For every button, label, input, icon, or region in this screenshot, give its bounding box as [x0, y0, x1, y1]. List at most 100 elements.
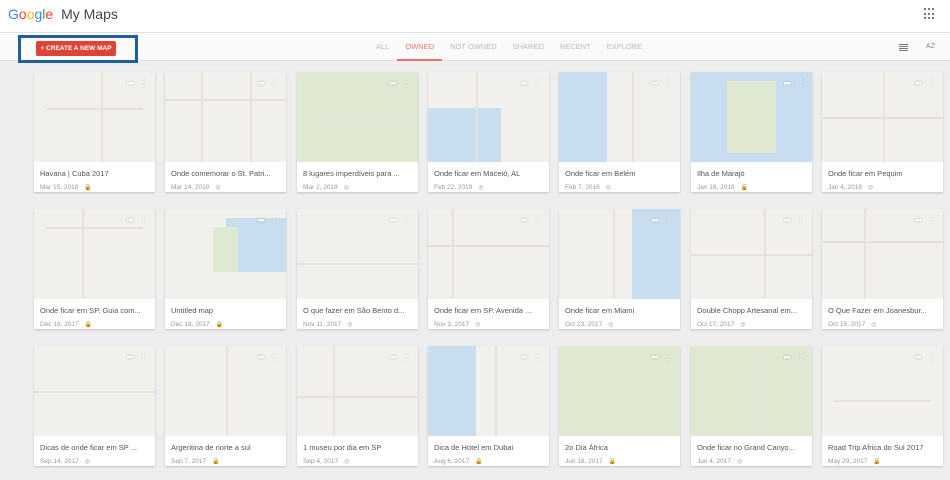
map-card[interactable]: ➦ ⋮ 8 lugares imperdíveis para ... Mar 2, 2…: [297, 72, 418, 192]
tab-shared[interactable]: SHARED: [505, 33, 552, 61]
map-card[interactable]: ➦ ⋮ Onde ficar no Grand Canyo... Jun 4, 201…: [691, 346, 812, 466]
map-card[interactable]: ➦ ⋮ Onde ficar em Miami Oct 23, 2017 ◎: [559, 209, 680, 329]
more-options-icon[interactable]: ⋮: [533, 214, 542, 225]
map-title[interactable]: Dicas de onde ficar em SP ...: [34, 436, 155, 454]
map-title[interactable]: Onde ficar em SP. Avenida ...: [428, 299, 549, 317]
tab-not-owned[interactable]: NOT OWNED: [442, 33, 505, 61]
map-title[interactable]: O que fazer em São Bento d...: [297, 299, 418, 317]
map-card[interactable]: ➦ ⋮ Havana | Cuba 2017 Mar 15, 2018 🔒: [34, 72, 155, 192]
google-logo[interactable]: Google My Maps: [8, 6, 118, 22]
list-view-icon[interactable]: [899, 44, 908, 51]
more-options-icon[interactable]: ⋮: [139, 351, 148, 362]
map-title[interactable]: Argentina de norte a sul: [165, 436, 286, 454]
map-thumbnail[interactable]: ➦ ⋮: [822, 209, 943, 299]
map-thumbnail[interactable]: ➦ ⋮: [165, 346, 286, 436]
share-icon[interactable]: ➦: [389, 78, 397, 89]
map-title[interactable]: Onde ficar em SP. Guia com...: [34, 299, 155, 317]
map-title[interactable]: Untitled map: [165, 299, 286, 317]
tab-owned[interactable]: OWNED: [397, 33, 443, 61]
share-icon[interactable]: ➦: [914, 352, 922, 363]
more-options-icon[interactable]: ⋮: [139, 77, 148, 88]
map-thumbnail[interactable]: ➦ ⋮: [428, 72, 549, 162]
map-thumbnail[interactable]: ➦ ⋮: [559, 72, 680, 162]
map-title[interactable]: Double Chopp Artesanal em...: [691, 299, 812, 317]
map-card[interactable]: ➦ ⋮ Onde ficar em Belém Feb 7, 2018 ◎: [559, 72, 680, 192]
more-options-icon[interactable]: ⋮: [402, 214, 411, 225]
share-icon[interactable]: ➦: [126, 78, 134, 89]
more-options-icon[interactable]: ⋮: [796, 214, 805, 225]
map-thumbnail[interactable]: ➦ ⋮: [297, 209, 418, 299]
map-title[interactable]: Onde ficar em Miami: [559, 299, 680, 317]
map-thumbnail[interactable]: ➦ ⋮: [428, 209, 549, 299]
map-title[interactable]: Road Trip Africa do Sul 2017: [822, 436, 943, 454]
map-thumbnail[interactable]: ➦ ⋮: [691, 346, 812, 436]
more-options-icon[interactable]: ⋮: [927, 351, 936, 362]
map-title[interactable]: Dica de Hotel em Dubai: [428, 436, 549, 454]
share-icon[interactable]: ➦: [257, 78, 265, 89]
share-icon[interactable]: ➦: [126, 215, 134, 226]
more-options-icon[interactable]: ⋮: [402, 77, 411, 88]
map-title[interactable]: Onde comemorar o St. Patri...: [165, 162, 286, 180]
map-card[interactable]: ➦ ⋮ 2o Dia África Jun 18, 2017 🔒: [559, 346, 680, 466]
map-card[interactable]: ➦ ⋮ Onde ficar em Maceió, AL Feb 22, 2018 ◎: [428, 72, 549, 192]
share-icon[interactable]: ➦: [257, 352, 265, 363]
share-icon[interactable]: ➦: [783, 352, 791, 363]
map-thumbnail[interactable]: ➦ ⋮: [297, 346, 418, 436]
share-icon[interactable]: ➦: [651, 215, 659, 226]
map-card[interactable]: ➦ ⋮ Double Chopp Artesanal em... Oct 17, 20…: [691, 209, 812, 329]
tab-explore[interactable]: EXPLORE: [599, 33, 650, 61]
map-card[interactable]: ➦ ⋮ O Que Fazer em Joanesbur... Oct 15, 201…: [822, 209, 943, 329]
more-options-icon[interactable]: ⋮: [139, 214, 148, 225]
map-card[interactable]: ➦ ⋮ Dicas de onde ficar em SP ... Sep 14, 2…: [34, 346, 155, 466]
map-title[interactable]: Onde ficar em Maceió, AL: [428, 162, 549, 180]
map-card[interactable]: ➦ ⋮ Argentina de norte a sul Sep 7, 2017 🔒: [165, 346, 286, 466]
map-title[interactable]: 8 lugares imperdíveis para ...: [297, 162, 418, 180]
share-icon[interactable]: ➦: [126, 352, 134, 363]
more-options-icon[interactable]: ⋮: [927, 77, 936, 88]
tab-recent[interactable]: RECENT: [552, 33, 599, 61]
more-options-icon[interactable]: ⋮: [664, 214, 673, 225]
share-icon[interactable]: ➦: [520, 352, 528, 363]
map-thumbnail[interactable]: ➦ ⋮: [34, 209, 155, 299]
more-options-icon[interactable]: ⋮: [533, 351, 542, 362]
map-thumbnail[interactable]: ➦ ⋮: [165, 209, 286, 299]
map-thumbnail[interactable]: ➦ ⋮: [297, 72, 418, 162]
map-card[interactable]: ➦ ⋮ Untitled map Dec 18, 2017 🔒: [165, 209, 286, 329]
share-icon[interactable]: ➦: [520, 78, 528, 89]
map-thumbnail[interactable]: ➦ ⋮: [822, 72, 943, 162]
more-options-icon[interactable]: ⋮: [664, 351, 673, 362]
map-title[interactable]: Onde ficar no Grand Canyo...: [691, 436, 812, 454]
map-title[interactable]: Onde ficar em Pequim: [822, 162, 943, 180]
map-title[interactable]: Havana | Cuba 2017: [34, 162, 155, 180]
sort-az-icon[interactable]: AZ: [926, 43, 935, 50]
map-card[interactable]: ➦ ⋮ Dica de Hotel em Dubai Aug 6, 2017 🔒: [428, 346, 549, 466]
map-card[interactable]: ➦ ⋮ Road Trip Africa do Sul 2017 May 29, 20…: [822, 346, 943, 466]
map-title[interactable]: 1 museu por dia em SP: [297, 436, 418, 454]
map-card[interactable]: ➦ ⋮ Ilha de Marajó Jan 18, 2018 🔒: [691, 72, 812, 192]
map-thumbnail[interactable]: ➦ ⋮: [691, 209, 812, 299]
map-card[interactable]: ➦ ⋮ Onde ficar em SP. Guia com... Dec 18, 2…: [34, 209, 155, 329]
more-options-icon[interactable]: ⋮: [270, 351, 279, 362]
map-card[interactable]: ➦ ⋮ 1 museu por dia em SP Sep 4, 2017 ◎: [297, 346, 418, 466]
map-card[interactable]: ➦ ⋮ O que fazer em São Bento d... Nov 11, 2…: [297, 209, 418, 329]
map-title[interactable]: Onde ficar em Belém: [559, 162, 680, 180]
share-icon[interactable]: ➦: [914, 215, 922, 226]
share-icon[interactable]: ➦: [783, 78, 791, 89]
more-options-icon[interactable]: ⋮: [664, 77, 673, 88]
more-options-icon[interactable]: ⋮: [402, 351, 411, 362]
map-thumbnail[interactable]: ➦ ⋮: [428, 346, 549, 436]
more-options-icon[interactable]: ⋮: [270, 77, 279, 88]
share-icon[interactable]: ➦: [389, 215, 397, 226]
apps-grid-icon[interactable]: [924, 8, 936, 20]
share-icon[interactable]: ➦: [257, 215, 265, 226]
map-thumbnail[interactable]: ➦ ⋮: [34, 72, 155, 162]
map-thumbnail[interactable]: ➦ ⋮: [559, 209, 680, 299]
map-title[interactable]: Ilha de Marajó: [691, 162, 812, 180]
share-icon[interactable]: ➦: [651, 352, 659, 363]
map-card[interactable]: ➦ ⋮ Onde ficar em SP. Avenida ... Nov 3, 20…: [428, 209, 549, 329]
share-icon[interactable]: ➦: [389, 352, 397, 363]
tab-all[interactable]: ALL: [368, 33, 397, 61]
create-new-map-button[interactable]: + CREATE A NEW MAP: [36, 41, 116, 56]
more-options-icon[interactable]: ⋮: [796, 77, 805, 88]
map-title[interactable]: 2o Dia África: [559, 436, 680, 454]
